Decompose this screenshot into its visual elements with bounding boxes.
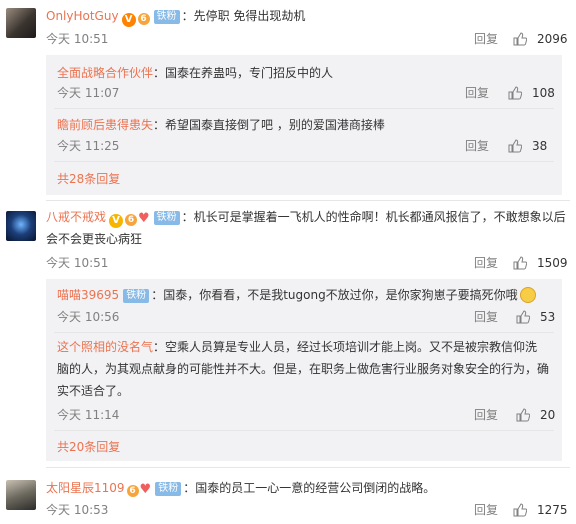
laugh-emoji-icon — [519, 287, 536, 303]
user-name[interactable]: OnlyHotGuy — [46, 9, 119, 23]
fan-badge[interactable]: 铁粉 — [153, 211, 180, 225]
heart-icon: ♥ — [138, 211, 150, 226]
fan-badge[interactable]: 铁粉 — [123, 289, 150, 303]
user-name[interactable]: 喵喵39695 — [57, 288, 119, 302]
user-name[interactable]: 这个照相的没名气 — [57, 340, 153, 354]
comment-text: ：国泰的员工一心一意的经营公司倒闭的战略。 — [183, 481, 436, 495]
like-button[interactable]: 1509 — [513, 253, 568, 273]
comment-body: 太阳星辰1109 6 ♥ 铁粉 ：国泰的员工一心一意的经营公司倒闭的战略。 — [46, 478, 570, 500]
reply-list: 喵喵39695 铁粉 ：国泰，你看看，不是我tugong不放过你，是你家狗崽子要搞死… — [46, 279, 562, 461]
reply-text: ：希望国泰直接倒了吧 ，别的爱国港商接棒 — [153, 118, 385, 132]
comment-body: 八戒不戒戏 V 6 ♥ 铁粉 ：机长可是掌握着一飞机人的性命啊！机长都通风报信了，不敢想象… — [46, 207, 570, 229]
comment-meta: 今天 10:51 回复 2096 — [0, 29, 576, 49]
comment: 太阳星辰1109 6 ♥ 铁粉 ：国泰的员工一心一意的经营公司倒闭的战略。 今天 10:… — [0, 468, 576, 524]
timestamp: 今天 10:51 — [46, 32, 109, 46]
reply-button[interactable]: 回复 — [474, 253, 498, 273]
reply-button[interactable]: 回复 — [474, 29, 498, 49]
reply-meta: 今天 11:14 回复 20 — [46, 405, 562, 425]
verified-icon: V — [109, 214, 124, 228]
vip-icon: 6 — [125, 214, 138, 226]
reply-button[interactable]: 回复 — [474, 307, 498, 327]
reply-text: ：国泰在养蛊吗，专门招反中的人 — [153, 66, 334, 80]
thumbs-up-icon — [516, 408, 531, 422]
fan-badge[interactable]: 铁粉 — [153, 10, 180, 24]
reply-text: 脑的人，为其观点献身的可能性并不大。但是，在职务上做危害行业服务对象安全的行为，… — [57, 362, 550, 376]
heart-icon: ♥ — [139, 482, 152, 497]
like-count: 53 — [540, 310, 556, 324]
like-count: 108 — [532, 86, 555, 100]
comment-text: ：机长可是掌握着一飞机人的性命啊！机长都通风报信了，不敢想象以后 — [181, 210, 566, 224]
timestamp: 今天 11:07 — [57, 86, 120, 100]
thumbs-up-icon — [508, 139, 523, 153]
vip-icon: 6 — [126, 485, 139, 497]
reply-list: 全面战略合作伙伴：国泰在养蛊吗，专门招反中的人 今天 11:07 回复 108 … — [46, 55, 562, 195]
timestamp: 今天 11:14 — [57, 408, 120, 422]
reply-button[interactable]: 回复 — [465, 136, 489, 156]
thumbs-up-icon — [508, 86, 523, 100]
like-button[interactable]: 38 — [508, 136, 547, 156]
user-name[interactable]: 全面战略合作伙伴 — [57, 66, 153, 80]
reply-text-cont: 脑的人，为其观点献身的可能性并不大。但是，在职务上做危害行业服务对象安全的行为，… — [57, 359, 556, 379]
like-count: 2096 — [537, 32, 568, 46]
like-count: 38 — [532, 139, 548, 153]
reply-meta: 今天 11:07 回复 108 — [46, 83, 562, 103]
reply-text: 实不适合了。 — [57, 384, 130, 398]
divider — [54, 430, 554, 431]
timestamp: 今天 10:51 — [46, 256, 109, 270]
more-replies-link[interactable]: 共28条回复 — [57, 169, 120, 189]
like-button[interactable]: 20 — [516, 405, 555, 425]
comment-body: OnlyHotGuy V 6 铁粉 ：先停职 免得出现劫机 — [46, 6, 570, 27]
thumbs-up-icon — [513, 256, 528, 270]
user-name[interactable]: 瞻前顾后患得患失 — [57, 118, 153, 132]
verified-icon: V — [121, 13, 136, 27]
thumbs-up-icon — [516, 310, 531, 324]
reply-meta: 今天 11:25 回复 38 — [46, 136, 562, 156]
comment-meta: 今天 10:51 回复 1509 — [0, 253, 576, 273]
thumbs-up-icon — [513, 32, 528, 46]
like-button[interactable]: 2096 — [513, 29, 568, 49]
reply-button[interactable]: 回复 — [474, 500, 498, 520]
comment-meta: 今天 10:53 回复 1275 — [0, 500, 576, 520]
divider — [54, 108, 554, 109]
reply-button[interactable]: 回复 — [465, 83, 489, 103]
like-button[interactable]: 53 — [516, 307, 555, 327]
avatar[interactable] — [6, 211, 36, 241]
user-name[interactable]: 八戒不戒戏 — [46, 210, 106, 224]
comment-text: 会不会更丧心病狂 — [46, 232, 143, 246]
reply-button[interactable]: 回复 — [474, 405, 498, 425]
more-replies-link[interactable]: 共20条回复 — [57, 437, 120, 457]
like-count: 20 — [540, 408, 556, 422]
reply-body: 全面战略合作伙伴：国泰在养蛊吗，专门招反中的人 — [57, 63, 556, 83]
like-button[interactable]: 108 — [508, 83, 555, 103]
divider — [54, 332, 554, 333]
thumbs-up-icon — [513, 503, 528, 517]
timestamp: 今天 11:25 — [57, 139, 120, 153]
reply-meta: 今天 10:56 回复 53 — [46, 307, 562, 327]
like-count: 1509 — [537, 256, 568, 270]
timestamp: 今天 10:56 — [57, 310, 120, 324]
comment: OnlyHotGuy V 6 铁粉 ：先停职 免得出现劫机 今天 10:51 回复 20… — [0, 0, 576, 200]
like-count: 1275 — [537, 503, 568, 517]
divider — [54, 161, 554, 162]
user-name[interactable]: 太阳星辰1109 — [46, 481, 125, 495]
reply-body: 喵喵39695 铁粉 ：国泰，你看看，不是我tugong不放过你，是你家狗崽子要搞死… — [57, 285, 556, 305]
fan-badge[interactable]: 铁粉 — [155, 482, 182, 496]
comment-text-cont: 会不会更丧心病狂 — [46, 229, 570, 249]
like-button[interactable]: 1275 — [513, 500, 568, 520]
reply-body: 瞻前顾后患得患失：希望国泰直接倒了吧 ，别的爱国港商接棒 — [57, 115, 556, 135]
reply-text: ：国泰，你看看，不是我tugong不放过你，是你家狗崽子要搞死你哦 — [151, 288, 518, 302]
reply-text-cont: 实不适合了。 — [57, 381, 556, 401]
reply-body: 这个照相的没名气：空乘人员算是专业人员，经过长项培训才能上岗。又不是被宗教信仰洗 — [57, 337, 556, 357]
comment-text: ：先停职 免得出现劫机 — [181, 9, 306, 23]
reply-text: ：空乘人员算是专业人员，经过长项培训才能上岗。又不是被宗教信仰洗 — [153, 340, 538, 354]
vip-icon: 6 — [137, 13, 150, 25]
timestamp: 今天 10:53 — [46, 503, 109, 517]
comment: 八戒不戒戏 V 6 ♥ 铁粉 ：机长可是掌握着一飞机人的性命啊！机长都通风报信了，不敢想象… — [0, 201, 576, 467]
